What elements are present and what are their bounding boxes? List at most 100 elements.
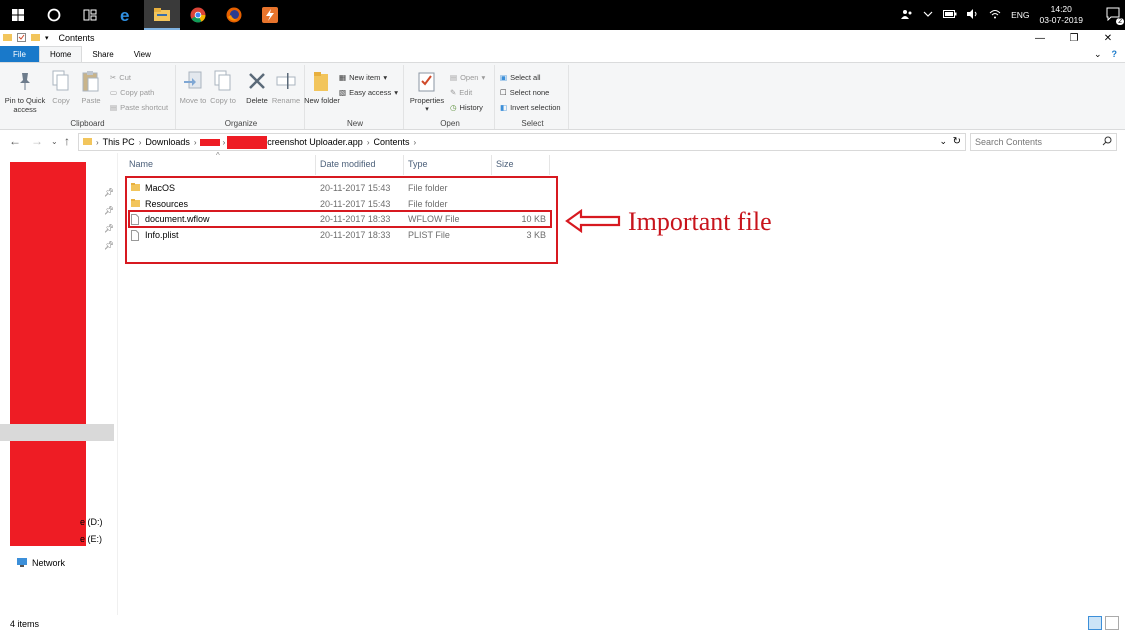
breadcrumb-app[interactable]: creenshot Uploader.app	[267, 137, 363, 147]
refresh-icon[interactable]: ↻	[953, 136, 961, 147]
copy-path-icon: ▭	[110, 87, 118, 97]
address-dropdown-icon[interactable]: ⌄	[939, 136, 947, 147]
edge-browser-icon[interactable]: e	[108, 0, 144, 30]
column-divider[interactable]	[491, 155, 492, 175]
tab-file[interactable]: File	[0, 46, 39, 62]
column-header-date-modified[interactable]: Date modified	[320, 159, 376, 169]
breadcrumb-contents[interactable]: Contents	[373, 137, 409, 147]
expand-ribbon-icon[interactable]: ⌄	[1094, 49, 1102, 60]
nav-item-drive-d[interactable]: e (D:)	[80, 517, 103, 527]
up-arrow-icon[interactable]: ↑	[64, 134, 70, 148]
edit-icon: ✎	[450, 87, 457, 97]
tab-view[interactable]: View	[124, 46, 161, 62]
redacted-navigation-items	[10, 162, 86, 546]
pin-icon[interactable]: 📌︎	[104, 206, 114, 215]
properties-quick-icon[interactable]	[17, 32, 26, 44]
paste-shortcut-button[interactable]: ▤ Paste shortcut	[110, 100, 168, 114]
search-icon[interactable]	[1102, 136, 1112, 148]
system-tray: ENG 14:20 03-07-2019 2	[896, 0, 1125, 30]
copy-path-button[interactable]: ▭ Copy path	[110, 85, 154, 99]
easy-access-button[interactable]: ▧ Easy access ▾	[339, 85, 398, 99]
file-explorer-taskbar-icon[interactable]	[144, 0, 180, 30]
breadcrumb-separator-icon[interactable]: ›	[139, 138, 142, 147]
select-group: ▣ Select all ☐ Select none ◧ Invert selecti…	[497, 65, 569, 129]
volume-icon[interactable]	[967, 9, 979, 21]
chrome-icon[interactable]	[180, 0, 216, 30]
dropdown-arrow-icon: ▾	[383, 72, 388, 82]
help-icon[interactable]: ?	[1112, 49, 1118, 60]
start-windows-icon[interactable]	[0, 0, 36, 30]
column-header-name[interactable]: Name	[129, 159, 153, 169]
column-divider[interactable]	[549, 155, 550, 175]
column-divider[interactable]	[403, 155, 404, 175]
breadcrumb-separator-icon[interactable]: ›	[367, 138, 370, 147]
nav-item-drive-e[interactable]: e (E:)	[80, 534, 102, 544]
move-to-icon	[182, 69, 204, 93]
invert-selection-label: Invert selection	[510, 102, 561, 112]
pin-icon[interactable]: 📌︎	[104, 188, 114, 197]
column-header-size[interactable]: Size	[496, 159, 514, 169]
select-all-button[interactable]: ▣ Select all	[500, 70, 541, 84]
details-view-icon[interactable]	[1088, 616, 1102, 630]
breadcrumb-separator-icon[interactable]: ›	[194, 138, 197, 147]
recent-locations-chevron-icon[interactable]: ⌄	[51, 137, 58, 146]
task-view-icon[interactable]	[72, 0, 108, 30]
clock[interactable]: 14:20 03-07-2019	[1040, 4, 1083, 26]
chevron-up-icon[interactable]	[923, 10, 933, 20]
copy-to-button[interactable]: Copy to	[204, 69, 242, 105]
new-folder-button[interactable]: New folder	[303, 69, 341, 105]
history-button[interactable]: ◷ History	[450, 100, 483, 114]
address-bar[interactable]: › This PC › Downloads › › creenshot Uplo…	[78, 133, 966, 151]
cortana-search-icon[interactable]	[36, 0, 72, 30]
tab-share[interactable]: Share	[82, 46, 123, 62]
open-button[interactable]: ▤ Open ▾	[450, 70, 485, 84]
properties-button[interactable]: Properties ▾	[406, 69, 448, 114]
minimize-button[interactable]: —	[1023, 30, 1057, 46]
search-box[interactable]: Search Contents	[970, 133, 1117, 151]
rename-button[interactable]: Rename	[267, 69, 305, 105]
invert-selection-button[interactable]: ◧ Invert selection	[500, 100, 561, 114]
new-folder-quick-icon[interactable]	[31, 33, 40, 43]
breadcrumb-separator-icon[interactable]: ›	[96, 138, 99, 147]
forward-arrow-icon[interactable]: →	[31, 134, 43, 148]
close-button[interactable]: ✕	[1091, 30, 1125, 46]
cut-button[interactable]: ✂ Cut	[110, 70, 131, 84]
highlight-box-document	[128, 210, 552, 228]
window-title: Contents	[58, 33, 95, 43]
battery-icon[interactable]	[943, 10, 957, 20]
firefox-icon[interactable]	[216, 0, 252, 30]
open-group: Properties ▾ ▤ Open ▾ ✎ Edit ◷ History Open	[406, 65, 495, 129]
tab-home[interactable]: Home	[39, 46, 83, 62]
select-none-button[interactable]: ☐ Select none	[500, 85, 549, 99]
app-lightning-icon[interactable]	[252, 0, 288, 30]
delete-x-icon	[246, 69, 268, 93]
redacted-breadcrumb	[199, 138, 220, 146]
pin-icon[interactable]: 📌︎	[104, 241, 114, 250]
customize-qat-icon[interactable]: ▾	[45, 34, 49, 42]
language-indicator[interactable]: ENG	[1011, 10, 1029, 20]
pin-icon[interactable]: 📌︎	[104, 224, 114, 233]
breadcrumb-downloads[interactable]: Downloads	[145, 137, 190, 147]
column-header-type[interactable]: Type	[408, 159, 428, 169]
rename-icon	[275, 69, 297, 93]
nav-item-selected[interactable]	[0, 424, 114, 441]
edit-button[interactable]: ✎ Edit	[450, 85, 472, 99]
column-divider[interactable]	[315, 155, 316, 175]
new-item-button[interactable]: ▦ New item ▾	[339, 70, 387, 84]
breadcrumb-this-pc[interactable]: This PC	[103, 137, 135, 147]
paste-button[interactable]: Paste	[72, 69, 110, 105]
back-arrow-icon[interactable]: ←	[9, 134, 21, 148]
easy-access-icon: ▧	[339, 87, 347, 97]
breadcrumb-separator-icon[interactable]: ›	[223, 138, 226, 147]
breadcrumb-separator-icon[interactable]: ›	[414, 138, 417, 147]
redacted-app-name	[227, 135, 268, 149]
nav-item-network[interactable]: Network	[16, 557, 65, 569]
large-icons-view-icon[interactable]	[1105, 616, 1119, 630]
notification-center-icon[interactable]: 2	[1106, 7, 1124, 25]
people-icon[interactable]	[901, 9, 913, 21]
new-folder-label: New folder	[304, 96, 340, 105]
item-count: 4 items	[10, 619, 40, 629]
wifi-icon[interactable]	[989, 9, 1001, 21]
maximize-button[interactable]: ❐	[1057, 30, 1091, 46]
paste-shortcut-icon: ▤	[110, 102, 118, 112]
